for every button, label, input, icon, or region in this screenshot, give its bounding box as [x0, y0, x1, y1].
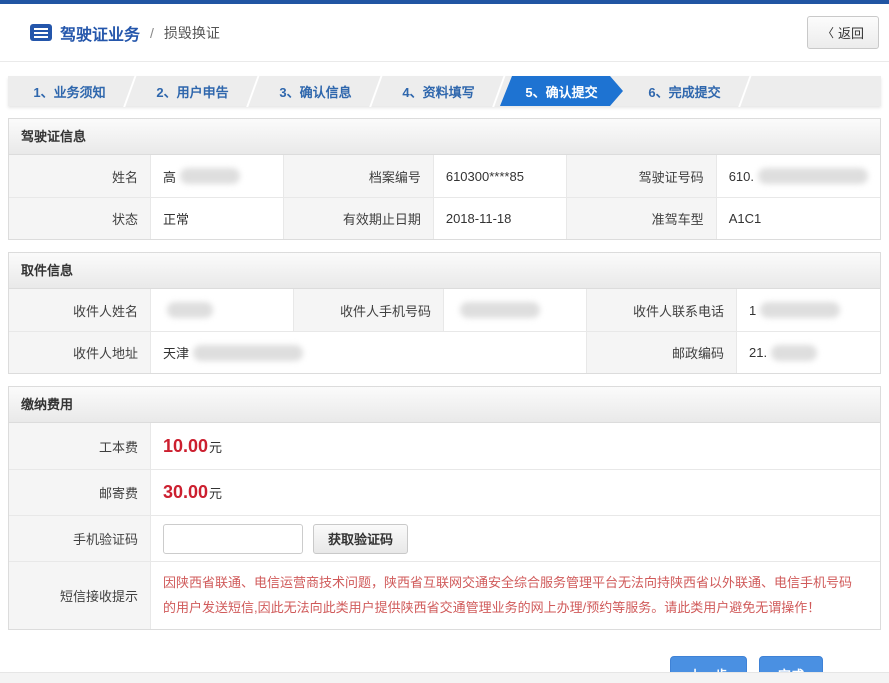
postage-fee-value: 30.00 元 — [151, 469, 880, 515]
step-5-confirm-submit[interactable]: 5、确认提交 — [500, 76, 623, 106]
license-no-label: 驾驶证号码 — [567, 155, 717, 197]
redaction-blur — [460, 302, 540, 318]
pickup-info-title: 取件信息 — [9, 253, 880, 289]
sms-notice-row: 因陕西省联通、电信运营商技术问题，陕西省互联网交通安全综合服务管理平台无法向持陕… — [151, 561, 880, 629]
address-label: 收件人地址 — [9, 331, 151, 373]
redaction-blur — [193, 345, 303, 361]
bottom-strip — [0, 672, 889, 683]
redaction-blur — [180, 168, 240, 184]
breadcrumb-separator: / — [150, 25, 154, 41]
pickup-info-table: 收件人姓名 收件人手机号码 收件人联系电话 1 收件人地址 天津 邮政编码 21… — [9, 289, 880, 373]
recipient-name-label: 收件人姓名 — [9, 289, 151, 331]
breadcrumb: 驾驶证业务 / 损毁换证 — [30, 21, 220, 45]
back-button[interactable]: 〈 返回 — [807, 16, 879, 49]
recipient-phone-label: 收件人联系电话 — [587, 289, 737, 331]
class-label: 准驾车型 — [567, 197, 717, 239]
address-value: 天津 — [151, 331, 587, 373]
recipient-mobile-label: 收件人手机号码 — [294, 289, 444, 331]
fees-section: 缴纳费用 工本费 10.00 元 邮寄费 30.00 元 手机验证码 获取验证码… — [8, 386, 881, 630]
get-code-button[interactable]: 获取验证码 — [313, 524, 408, 554]
fee-unit: 元 — [209, 437, 222, 456]
fees-title: 缴纳费用 — [9, 387, 880, 423]
redaction-blur — [167, 302, 213, 318]
status-value: 正常 — [151, 197, 284, 239]
list-icon — [30, 24, 52, 41]
page-subtitle: 损毁换证 — [164, 23, 220, 43]
postage-fee-label: 邮寄费 — [9, 469, 151, 515]
back-chevron-icon: 〈 — [822, 24, 834, 41]
postcode-label: 邮政编码 — [587, 331, 737, 373]
step-1-business-notice[interactable]: 1、业务须知 — [8, 76, 131, 106]
production-fee-label: 工本费 — [9, 423, 151, 469]
recipient-name-value — [151, 289, 294, 331]
status-label: 状态 — [9, 197, 151, 239]
license-info-title: 驾驶证信息 — [9, 119, 880, 155]
step-3-confirm-info[interactable]: 3、确认信息 — [254, 76, 377, 106]
recipient-mobile-value — [444, 289, 587, 331]
file-no-label: 档案编号 — [284, 155, 434, 197]
license-info-table: 姓名 高 档案编号 610300****85 驾驶证号码 610. 状态 正常 … — [9, 155, 880, 239]
name-value: 高 — [151, 155, 284, 197]
class-value: A1C1 — [717, 197, 880, 239]
step-4-fill-data[interactable]: 4、资料填写 — [377, 76, 500, 106]
step-2-user-declaration[interactable]: 2、用户申告 — [131, 76, 254, 106]
sms-code-input[interactable] — [163, 524, 303, 554]
page-header: 驾驶证业务 / 损毁换证 〈 返回 — [0, 4, 889, 62]
file-no-value: 610300****85 — [434, 155, 567, 197]
production-fee-amount: 10.00 — [163, 436, 208, 457]
name-label: 姓名 — [9, 155, 151, 197]
sms-notice-label: 短信接收提示 — [9, 561, 151, 629]
page: 驾驶证业务 / 损毁换证 〈 返回 1、业务须知 2、用户申告 3、确认信息 4… — [0, 0, 889, 683]
recipient-phone-value: 1 — [737, 289, 880, 331]
sms-notice-text: 因陕西省联通、电信运营商技术问题，陕西省互联网交通安全综合服务管理平台无法向持陕… — [163, 568, 868, 623]
step-6-complete-submit[interactable]: 6、完成提交 — [623, 76, 746, 106]
sms-code-row: 获取验证码 — [151, 515, 880, 561]
redaction-blur — [760, 302, 840, 318]
sms-code-label: 手机验证码 — [9, 515, 151, 561]
fee-unit: 元 — [209, 483, 222, 502]
expiry-value: 2018-11-18 — [434, 197, 567, 239]
fees-table: 工本费 10.00 元 邮寄费 30.00 元 手机验证码 获取验证码 短信接收… — [9, 423, 880, 629]
postcode-value: 21. — [737, 331, 880, 373]
redaction-blur — [771, 345, 817, 361]
postage-fee-amount: 30.00 — [163, 482, 208, 503]
license-no-value: 610. — [717, 155, 880, 197]
back-button-label: 返回 — [838, 23, 864, 42]
redaction-blur — [758, 168, 868, 184]
production-fee-value: 10.00 元 — [151, 423, 880, 469]
expiry-label: 有效期止日期 — [284, 197, 434, 239]
license-info-section: 驾驶证信息 姓名 高 档案编号 610300****85 驾驶证号码 610. … — [8, 118, 881, 240]
step-wizard: 1、业务须知 2、用户申告 3、确认信息 4、资料填写 5、确认提交 6、完成提… — [8, 76, 881, 106]
pickup-info-section: 取件信息 收件人姓名 收件人手机号码 收件人联系电话 1 收件人地址 天津 邮政… — [8, 252, 881, 374]
page-title: 驾驶证业务 — [60, 21, 140, 45]
